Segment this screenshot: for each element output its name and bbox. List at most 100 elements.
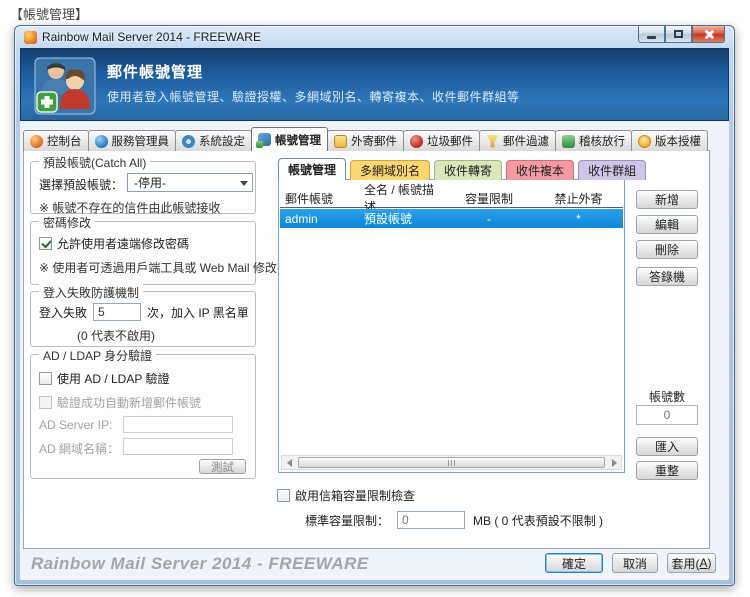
tab-license[interactable]: 版本授權 xyxy=(631,130,708,151)
use-ad-ldap-checkbox[interactable] xyxy=(39,372,52,385)
quota-limit-input[interactable] xyxy=(397,511,465,529)
column-header-no-outgoing[interactable]: 禁止外寄 xyxy=(534,189,623,207)
close-button[interactable] xyxy=(692,26,725,43)
apply-button[interactable]: 套用(A) xyxy=(667,553,716,573)
subtab-incoming-copy[interactable]: 收件複本 xyxy=(506,160,574,180)
test-button[interactable]: 測試 xyxy=(199,459,246,474)
ad-server-ip-input[interactable] xyxy=(123,416,233,433)
tab-label: 郵件過濾 xyxy=(503,133,549,149)
ad-domain-label: AD 網域名稱： xyxy=(39,440,119,457)
column-header-quota[interactable]: 容量限制 xyxy=(444,189,534,207)
window-titlebar: Rainbow Mail Server 2014 - FREEWARE xyxy=(15,26,734,48)
group-ad-ldap: AD / LDAP 身分驗證 使用 AD / LDAP 驗證 驗證成功自動新增郵… xyxy=(30,354,256,479)
minimize-button[interactable] xyxy=(638,26,665,43)
table-row[interactable]: admin 預設帳號 - * xyxy=(280,209,623,228)
account-management-icon xyxy=(258,133,271,146)
auto-add-account-label: 驗證成功自動新增郵件帳號 xyxy=(57,394,201,411)
window-body: 控制台 服務管理員 系統設定 帳號管理 外寄郵件 xyxy=(20,121,729,580)
column-header-fullname[interactable]: 全名 / 帳號描述 xyxy=(360,189,444,207)
system-settings-icon xyxy=(182,135,195,148)
cell-quota: - xyxy=(444,209,534,228)
cell-account: admin xyxy=(280,209,360,228)
import-button[interactable]: 匯入 xyxy=(636,437,698,456)
group-catch-all-legend: 預設帳號(Catch All) xyxy=(39,154,150,171)
tab-label: 控制台 xyxy=(47,133,82,149)
horizontal-scrollbar[interactable] xyxy=(281,455,622,470)
console-icon xyxy=(30,135,43,148)
tab-spam-mail[interactable]: 垃圾郵件 xyxy=(403,130,480,151)
account-subtabs: 帳號管理 多網域別名 收件轉寄 收件複本 收件群組 xyxy=(278,158,646,180)
add-button[interactable]: 新增 xyxy=(636,190,698,209)
main-tabstrip: 控制台 服務管理員 系統設定 帳號管理 外寄郵件 xyxy=(23,128,707,151)
default-account-label: 選擇預設帳號： xyxy=(39,176,123,193)
tab-label: 帳號管理 xyxy=(275,132,321,148)
tabpage-account-management: 預設帳號(Catch All) 選擇預設帳號： -停用- ※ 帳號不存在的信件由… xyxy=(23,150,710,549)
group-password-legend: 密碼修改 xyxy=(39,214,95,231)
cell-no-outgoing: * xyxy=(534,209,623,228)
use-ad-ldap-label: 使用 AD / LDAP 驗證 xyxy=(57,370,169,387)
mail-accounts-people-icon xyxy=(34,57,96,115)
group-login-fail: 登入失敗防護機制 登入失敗 次，加入 IP 黑名單 (0 代表不啟用) xyxy=(30,291,256,347)
login-fail-count-input[interactable] xyxy=(93,303,141,321)
subtab-incoming-forward[interactable]: 收件轉寄 xyxy=(434,160,502,180)
ad-server-ip-label: AD Server IP: xyxy=(39,418,112,432)
tab-account-management[interactable]: 帳號管理 xyxy=(251,127,328,151)
default-account-select-value: -停用- xyxy=(134,174,166,191)
tab-label: 稽核放行 xyxy=(579,133,625,149)
group-password: 密碼修改 允許使用者遠端修改密碼 ※ 使用者可透過用戶端工具或 Web Mail… xyxy=(30,221,256,285)
tab-label: 外寄郵件 xyxy=(351,133,397,149)
cell-fullname: 預設帳號 xyxy=(360,209,444,228)
tab-system-settings[interactable]: 系統設定 xyxy=(175,130,252,151)
dialog-footer: Rainbow Mail Server 2014 - FREEWARE 確定 取… xyxy=(20,547,729,580)
rebuild-button[interactable]: 重整 xyxy=(636,461,698,480)
spam-mail-icon xyxy=(410,135,423,148)
apply-label-prefix: 套用( xyxy=(671,555,699,572)
allow-remote-password-label: 允許使用者遠端修改密碼 xyxy=(57,235,189,252)
service-manager-icon xyxy=(95,135,108,148)
apply-label-suffix: ) xyxy=(708,556,712,570)
column-header-account[interactable]: 郵件帳號 xyxy=(280,189,360,207)
scroll-left-arrow-icon[interactable] xyxy=(282,456,296,469)
close-icon xyxy=(703,29,714,40)
cancel-button[interactable]: 取消 xyxy=(612,553,658,573)
edit-button[interactable]: 編輯 xyxy=(636,215,698,234)
ok-button[interactable]: 確定 xyxy=(545,553,603,573)
scrollbar-thumb[interactable] xyxy=(298,457,605,468)
enable-quota-check-checkbox[interactable] xyxy=(277,489,290,502)
tab-label: 垃圾郵件 xyxy=(427,133,473,149)
allow-remote-password-checkbox[interactable] xyxy=(39,237,52,250)
delete-button[interactable]: 刪除 xyxy=(636,240,698,259)
account-count-value xyxy=(636,405,698,425)
outgoing-mail-icon xyxy=(334,135,347,148)
app-flame-icon xyxy=(24,31,37,44)
tab-mail-filter[interactable]: 郵件過濾 xyxy=(479,130,556,151)
subtab-account-management[interactable]: 帳號管理 xyxy=(278,158,346,180)
maximize-button[interactable] xyxy=(665,26,692,43)
minimize-icon xyxy=(647,36,656,39)
tab-service-manager[interactable]: 服務管理員 xyxy=(88,130,177,151)
login-fail-prefix: 登入失敗 xyxy=(39,304,87,321)
quota-limit-label: 標準容量限制： xyxy=(305,512,389,529)
tab-audit-release[interactable]: 稽核放行 xyxy=(555,130,632,151)
banner-subtitle: 使用者登入帳號管理、驗證授權、多網域別名、轉寄複本、收件郵件群組等 xyxy=(107,88,520,105)
ad-domain-input[interactable] xyxy=(123,438,233,455)
window-controls xyxy=(638,26,725,43)
auto-add-account-checkbox[interactable] xyxy=(39,396,52,409)
license-icon xyxy=(638,135,651,148)
answering-machine-button[interactable]: 答錄機 xyxy=(636,267,698,286)
subtab-multi-domain-alias[interactable]: 多網域別名 xyxy=(350,160,430,180)
subtab-incoming-group[interactable]: 收件群組 xyxy=(578,160,646,180)
tab-label: 版本授權 xyxy=(655,133,701,149)
default-account-select[interactable]: -停用- xyxy=(127,173,253,192)
header-banner: 郵件帳號管理 使用者登入帳號管理、驗證授權、多網域別名、轉寄複本、收件郵件群組等 xyxy=(20,48,729,121)
tab-console[interactable]: 控制台 xyxy=(23,130,89,151)
footer-brand: Rainbow Mail Server 2014 - FREEWARE xyxy=(31,554,369,574)
scroll-right-arrow-icon[interactable] xyxy=(607,456,621,469)
tab-label: 服務管理員 xyxy=(112,133,170,149)
enable-quota-check-label: 啟用信箱容量限制檢查 xyxy=(295,487,415,504)
page-caption: 【帳號管理】 xyxy=(10,4,88,23)
maximize-icon xyxy=(674,30,683,38)
tab-outgoing-mail[interactable]: 外寄郵件 xyxy=(327,130,404,151)
screenshot-stage: 【帳號管理】 Rainbow Mail Server 2014 - FREEWA… xyxy=(0,0,750,597)
group-login-fail-legend: 登入失敗防護機制 xyxy=(39,284,143,301)
